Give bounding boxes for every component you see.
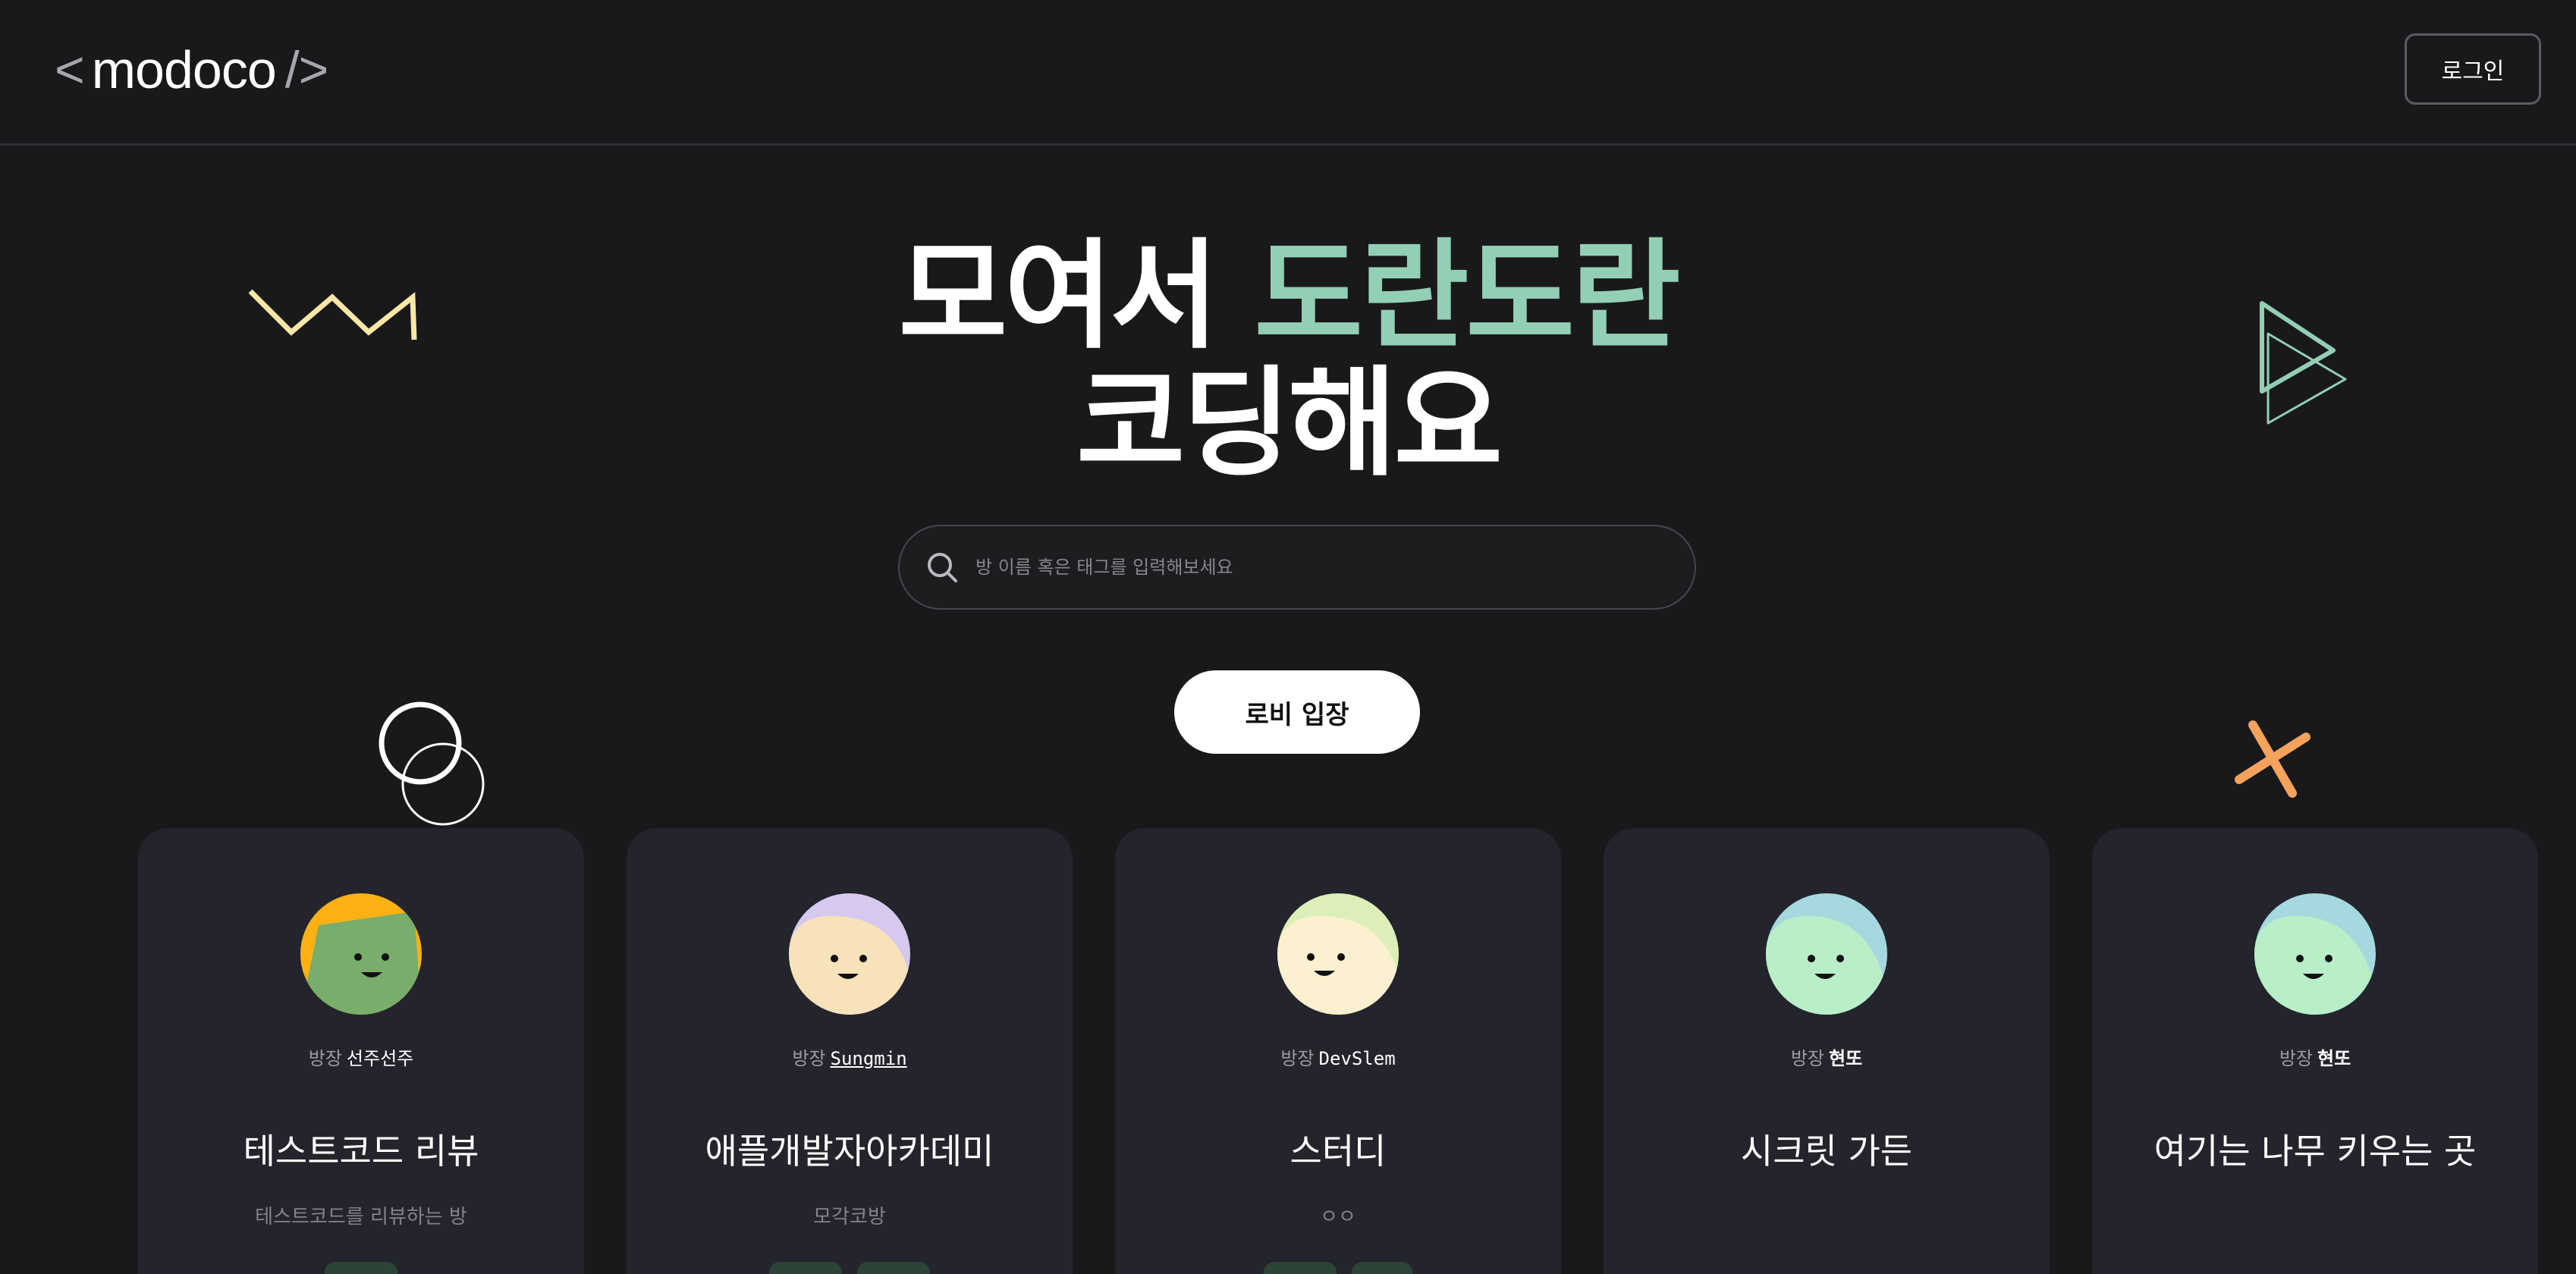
hero-title-line2: 코딩해요 [1076,354,1503,492]
room-tag[interactable] [857,1262,930,1274]
search-icon[interactable] [924,549,960,585]
room-owner: 방장 현또 [1604,1043,2050,1070]
page: < modoco /> 로그인 모여서 도란도란 코딩해요 로비 입장 [0,0,2576,1274]
room-tags [138,1262,584,1274]
logo-close-bracket: /> [284,41,329,99]
room-title: 테스트코드 리뷰 [243,1131,479,1172]
logo-wordmark: modoco [91,40,277,99]
avatar [789,893,910,1015]
room-title: 여기는 나무 키우는 곳 [2153,1131,2477,1172]
cross-decoration-icon [2235,720,2311,798]
room-tags [627,1262,1073,1274]
top-header: < modoco /> 로그인 [0,0,2576,146]
owner-name: 현또 [1829,1048,1863,1069]
room-tag[interactable] [1264,1262,1337,1274]
hero-title: 모여서 도란도란 코딩해요 [0,232,2576,487]
owner-name: DevSlem [1318,1048,1396,1069]
room-card[interactable]: 방장 선주선주 테스트코드 리뷰 테스트코드를 리뷰하는 방 [138,828,584,1274]
avatar [1277,893,1399,1015]
room-card[interactable]: 방장 DevSlem 스터디 ㅇㅇ [1115,828,1561,1274]
owner-prefix: 방장 [1790,1048,1824,1069]
owner-name[interactable]: Sungmin [831,1048,907,1069]
room-title: 스터디 [1290,1131,1387,1172]
avatar [300,893,422,1015]
room-tag[interactable] [325,1262,397,1274]
logo-open-bracket: < [55,41,85,99]
room-owner: 방장 선주선주 [138,1043,584,1070]
room-title: 애플개발자아카데미 [705,1131,994,1172]
owner-prefix: 방장 [308,1048,342,1069]
hero-title-accent: 도란도란 [1254,227,1680,365]
search-bar [898,525,1696,610]
avatar [2254,893,2376,1015]
owner-name: 선주선주 [346,1048,414,1069]
room-tag[interactable] [1352,1262,1412,1274]
room-card[interactable]: 방장 현또 시크릿 가든 [1604,828,2050,1274]
owner-prefix: 방장 [792,1048,826,1069]
room-title: 시크릿 가든 [1740,1131,1913,1172]
modoco-logo[interactable]: < modoco /> [55,33,328,106]
login-button[interactable]: 로그인 [2405,33,2541,105]
room-description: 테스트코드를 리뷰하는 방 [255,1206,467,1228]
room-description: 모각코방 [813,1206,886,1228]
overlapping-circles-decoration-icon [379,701,485,826]
search-input[interactable] [975,557,1695,578]
room-card[interactable]: 방장 현또 여기는 나무 키우는 곳 [2092,828,2538,1274]
lobby-enter-button[interactable]: 로비 입장 [1174,670,1420,754]
hero-title-part1: 모여서 [898,227,1255,365]
room-owner: 방장 Sungmin [627,1043,1073,1070]
owner-prefix: 방장 [2279,1048,2313,1069]
room-description: ㅇㅇ [1320,1206,1356,1228]
avatar [1766,893,1887,1015]
room-card[interactable]: 방장 Sungmin 애플개발자아카데미 모각코방 [627,828,1073,1274]
room-owner: 방장 현또 [2092,1043,2538,1070]
room-owner: 방장 DevSlem [1115,1043,1561,1070]
owner-name: 현또 [2317,1048,2351,1069]
room-tag[interactable] [769,1262,842,1274]
room-tags [1115,1262,1561,1274]
owner-prefix: 방장 [1280,1048,1315,1069]
